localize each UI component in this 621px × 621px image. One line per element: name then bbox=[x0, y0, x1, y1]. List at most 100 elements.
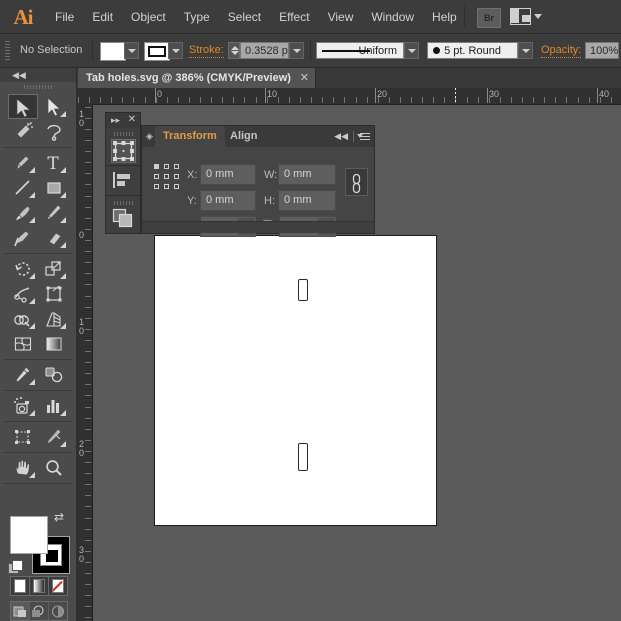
shape-builder-tool[interactable] bbox=[8, 306, 38, 331]
stroke-weight-stepper[interactable] bbox=[228, 42, 240, 59]
tool-flyout-indicator bbox=[60, 111, 66, 117]
panel-menu-icon[interactable] bbox=[357, 132, 370, 142]
none-mode[interactable] bbox=[49, 577, 67, 595]
dock-pathfinder-icon[interactable] bbox=[111, 207, 136, 231]
paintbrush-tool[interactable] bbox=[8, 200, 38, 225]
blob-brush-tool[interactable] bbox=[8, 225, 38, 250]
reference-point-selector[interactable] bbox=[154, 164, 180, 190]
transform-h-input[interactable]: 0 mm bbox=[278, 190, 336, 211]
horizontal-ruler[interactable]: 010203040 bbox=[76, 88, 621, 105]
reference-point-top-center[interactable] bbox=[164, 164, 169, 169]
fill-color-swatch[interactable] bbox=[100, 42, 126, 61]
menu-item-window[interactable]: Window bbox=[362, 6, 423, 28]
transform-w-input[interactable]: 0 mm bbox=[278, 164, 336, 185]
workspace-switcher-button[interactable] bbox=[510, 8, 544, 26]
fill-color-box[interactable] bbox=[10, 516, 48, 554]
brush-definition-select[interactable]: 5 pt. Round bbox=[427, 42, 518, 59]
reference-point-top-left[interactable] bbox=[154, 164, 159, 169]
mesh-tool[interactable] bbox=[8, 331, 38, 356]
collapse-panel-icon[interactable]: ◀◀ bbox=[12, 72, 26, 79]
tool-flyout-indicator bbox=[60, 323, 66, 329]
menu-item-edit[interactable]: Edit bbox=[83, 6, 122, 28]
close-icon[interactable]: ✕ bbox=[300, 68, 309, 88]
panel-dock-grip-2[interactable] bbox=[114, 201, 133, 205]
rectangle-tool[interactable] bbox=[39, 175, 69, 200]
tab-transform[interactable]: Transform bbox=[155, 126, 225, 147]
swap-fill-stroke-icon[interactable]: ⇄ bbox=[54, 510, 68, 524]
menu-item-file[interactable]: File bbox=[46, 6, 83, 28]
control-bar-grip[interactable] bbox=[5, 41, 10, 60]
close-icon[interactable]: ✕ bbox=[128, 115, 136, 125]
hand-tool[interactable] bbox=[8, 455, 38, 480]
line-segment-tool[interactable] bbox=[8, 175, 38, 200]
menu-item-help[interactable]: Help bbox=[423, 6, 466, 28]
reference-point-bottom-center[interactable] bbox=[164, 184, 169, 189]
dock-transform-icon[interactable] bbox=[111, 139, 136, 163]
menu-item-view[interactable]: View bbox=[319, 6, 363, 28]
vruler-minor-tick bbox=[85, 329, 91, 330]
gradient-mode[interactable] bbox=[30, 577, 49, 595]
expand-panels-icon[interactable]: ▸▸ bbox=[111, 117, 120, 124]
stroke-weight-input[interactable]: 0.3528 p bbox=[240, 42, 289, 59]
tab-hole-upper[interactable] bbox=[298, 279, 308, 301]
vruler-minor-tick bbox=[85, 351, 91, 352]
perspective-grid-tool[interactable] bbox=[39, 306, 69, 331]
blend-tool[interactable] bbox=[39, 362, 69, 387]
document-tab[interactable]: Tab holes.svg @ 386% (CMYK/Preview) ✕ bbox=[78, 68, 316, 88]
reference-point-top-right[interactable] bbox=[174, 164, 179, 169]
menu-item-select[interactable]: Select bbox=[219, 6, 270, 28]
selection-tool[interactable] bbox=[8, 94, 38, 119]
tools-panel-grip[interactable] bbox=[24, 85, 52, 89]
lasso-tool[interactable] bbox=[39, 119, 69, 144]
opacity-input[interactable]: 100% bbox=[585, 42, 619, 59]
reference-point-bottom-right[interactable] bbox=[174, 184, 179, 189]
reference-point-middle-left[interactable] bbox=[154, 174, 159, 179]
artboard-tool[interactable] bbox=[8, 424, 38, 449]
default-fill-stroke-icon[interactable] bbox=[8, 560, 22, 574]
transform-x-input[interactable]: 0 mm bbox=[200, 164, 256, 185]
stroke-swatch-dropdown[interactable] bbox=[168, 42, 183, 59]
dock-align-icon[interactable] bbox=[111, 169, 136, 193]
panel-dock-grip[interactable] bbox=[114, 132, 133, 136]
color-mode[interactable] bbox=[11, 577, 30, 595]
rotate-tool[interactable] bbox=[8, 256, 38, 281]
menu-item-effect[interactable]: Effect bbox=[270, 6, 318, 28]
tab-align[interactable]: Align bbox=[222, 126, 266, 147]
menu-item-object[interactable]: Object bbox=[122, 6, 175, 28]
gradient-tool[interactable] bbox=[39, 331, 69, 356]
column-graph-tool[interactable] bbox=[39, 393, 69, 418]
direct-selection-tool[interactable] bbox=[39, 94, 69, 119]
brush-definition-dropdown[interactable] bbox=[518, 42, 533, 59]
stroke-profile-dropdown[interactable] bbox=[404, 42, 419, 59]
scale-tool[interactable] bbox=[39, 256, 69, 281]
slice-tool[interactable] bbox=[39, 424, 69, 449]
eraser-tool[interactable] bbox=[39, 225, 69, 250]
menu-item-type[interactable]: Type bbox=[175, 6, 219, 28]
eyedropper-tool[interactable] bbox=[8, 362, 38, 387]
fill-swatch-dropdown[interactable] bbox=[124, 42, 139, 59]
symbol-sprayer-tool[interactable] bbox=[8, 393, 38, 418]
vertical-ruler[interactable]: 100102030 bbox=[76, 104, 93, 621]
tab-hole-lower[interactable] bbox=[298, 443, 308, 471]
stroke-color-swatch[interactable] bbox=[144, 42, 170, 61]
free-transform-tool[interactable] bbox=[39, 281, 69, 306]
vruler-minor-tick bbox=[85, 229, 91, 230]
reference-point-center[interactable] bbox=[164, 174, 169, 179]
zoom-tool[interactable] bbox=[39, 455, 69, 480]
artboard[interactable] bbox=[154, 235, 437, 526]
type-tool[interactable]: T bbox=[39, 150, 69, 175]
reference-point-bottom-left[interactable] bbox=[154, 184, 159, 189]
link-proportions-icon[interactable] bbox=[345, 168, 368, 196]
draw-behind[interactable] bbox=[30, 602, 49, 620]
draw-inside[interactable] bbox=[49, 602, 67, 620]
bridge-button[interactable]: Br bbox=[477, 8, 501, 28]
width-tool[interactable] bbox=[8, 281, 38, 306]
stroke-weight-dropdown[interactable] bbox=[289, 42, 304, 59]
pencil-tool[interactable] bbox=[39, 200, 69, 225]
collapse-panel-icon[interactable]: ◀◀ bbox=[334, 131, 348, 142]
reference-point-middle-right[interactable] bbox=[174, 174, 179, 179]
transform-y-input[interactable]: 0 mm bbox=[200, 190, 256, 211]
magic-wand-tool[interactable] bbox=[8, 119, 38, 144]
draw-normal[interactable] bbox=[11, 602, 30, 620]
pen-tool[interactable] bbox=[8, 150, 38, 175]
